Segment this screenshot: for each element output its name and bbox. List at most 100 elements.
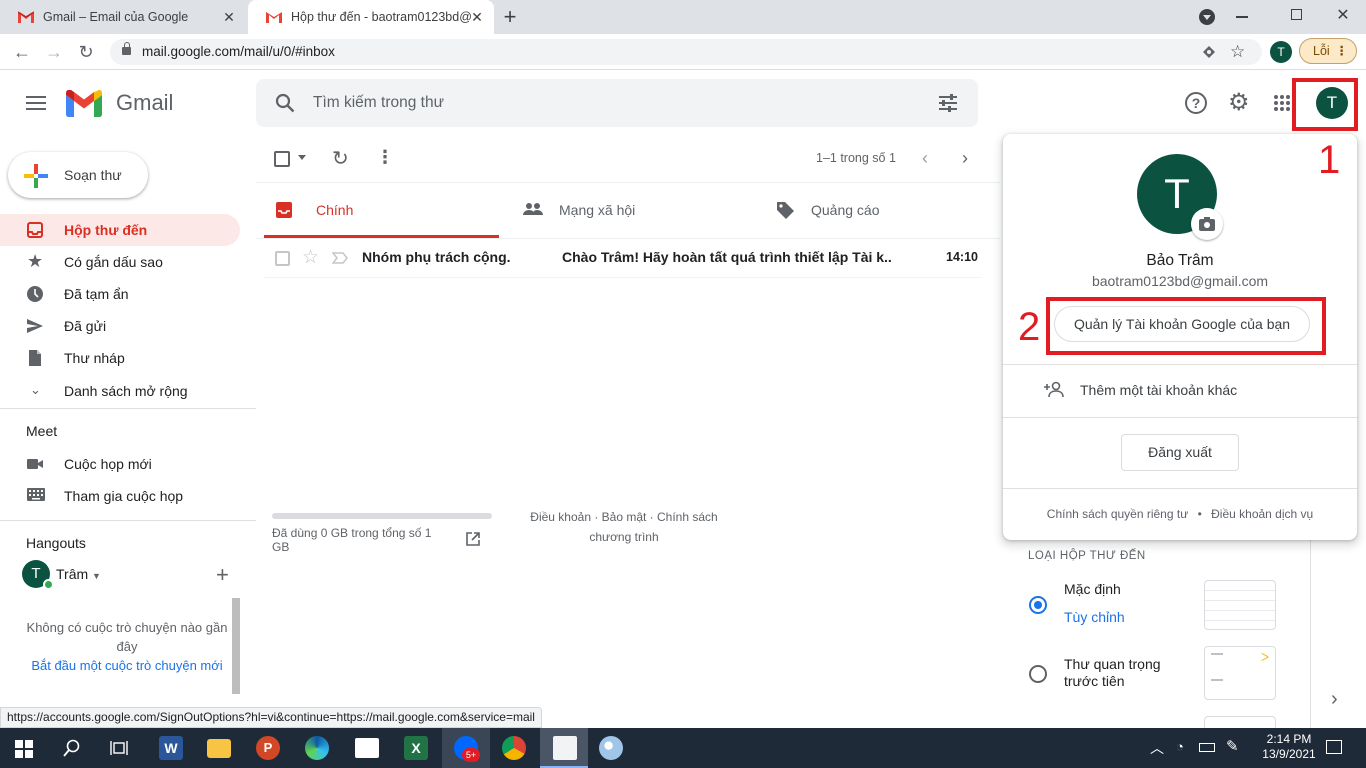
radio-priority[interactable]: [1029, 665, 1047, 683]
footer-terms[interactable]: Điều khoản · Bảo mật · Chính sách chương…: [524, 507, 724, 547]
windows-start-icon[interactable]: [15, 740, 33, 758]
active-app-taskbar-button[interactable]: [540, 728, 588, 768]
account-name: Bảo Trâm: [1146, 252, 1214, 269]
select-all-checkbox[interactable]: [274, 151, 290, 167]
gmail-logo-icon: [66, 90, 102, 117]
video-icon: [27, 459, 43, 469]
error-label: Lỗi: [1313, 44, 1330, 58]
more-actions-icon[interactable]: ⋮: [376, 147, 394, 168]
minimize-icon[interactable]: [1236, 16, 1248, 18]
chrome-profile-avatar[interactable]: T: [1270, 41, 1292, 63]
signout-button[interactable]: Đăng xuất: [1121, 434, 1239, 471]
sidebar-item-drafts[interactable]: Thư nháp: [0, 342, 240, 374]
tab-label: Mạng xã hội: [559, 202, 636, 218]
taskbar-clock[interactable]: 2:14 PM 13/9/2021: [1254, 732, 1324, 762]
tab-social[interactable]: Mạng xã hội: [507, 182, 747, 238]
file-explorer-icon[interactable]: [207, 739, 231, 758]
refresh-icon[interactable]: ↻: [332, 146, 349, 171]
compose-button[interactable]: Soạn thư: [8, 152, 148, 198]
extension-icon[interactable]: [1202, 45, 1216, 59]
hangouts-scrollbar[interactable]: [232, 598, 240, 694]
browser-tab-gmail[interactable]: Gmail – Email của Google ✕: [0, 0, 246, 34]
search-options-icon[interactable]: [938, 94, 958, 112]
open-external-icon[interactable]: [466, 532, 480, 546]
hangouts-user-name[interactable]: Trâm ▼: [56, 566, 101, 582]
row-checkbox[interactable]: [275, 251, 290, 266]
search-bar[interactable]: Tìm kiếm trong thư: [256, 79, 978, 127]
inbox-type-title: LOẠI HỘP THƯ ĐẾN: [1028, 550, 1146, 562]
browser-status-bar: https://accounts.google.com/SignOutOptio…: [0, 707, 542, 728]
compose-label: Soạn thư: [64, 167, 122, 183]
sidebar-item-label: Hộp thư đến: [64, 222, 148, 238]
tab-primary[interactable]: Chính: [264, 182, 499, 238]
restore-icon[interactable]: [1291, 9, 1302, 20]
reload-icon[interactable]: ↻: [74, 40, 98, 64]
main-menu-icon[interactable]: [26, 96, 46, 110]
chevron-down-icon: ⌄: [30, 382, 41, 397]
store-icon[interactable]: [355, 738, 379, 758]
close-tab-icon[interactable]: ✕: [220, 8, 238, 26]
bookmark-star-icon[interactable]: ☆: [1230, 39, 1245, 65]
browser-tab-inbox[interactable]: Hộp thư đến - baotram0123bd@ ✕: [248, 0, 494, 34]
battery-icon[interactable]: [1199, 743, 1215, 752]
prev-page-icon[interactable]: ‹: [922, 148, 928, 169]
add-contact-icon[interactable]: +: [216, 562, 229, 588]
customize-link[interactable]: Tùy chỉnh: [1064, 609, 1125, 625]
inbox-type-panel: LOẠI HỘP THƯ ĐẾN Mặc định Tùy chỉnh Thư …: [1010, 540, 1310, 728]
table-row[interactable]: ☆ Nhóm phụ trách cộng. Chào Trâm! Hãy ho…: [264, 238, 982, 278]
sidebar-item-sent[interactable]: Đã gửi: [0, 310, 240, 342]
search-icon[interactable]: [275, 93, 295, 113]
search-input[interactable]: Tìm kiếm trong thư: [313, 79, 444, 127]
paint-icon[interactable]: [599, 736, 623, 760]
compose-plus-icon: [24, 164, 48, 188]
url-field[interactable]: mail.google.com/mail/u/0/#inbox ☆: [110, 39, 1262, 65]
privacy-policy-link[interactable]: Chính sách quyền riêng tư: [1047, 507, 1188, 521]
show-hidden-icons-icon[interactable]: ︿: [1150, 738, 1164, 758]
error-button[interactable]: Lỗi ⋮: [1299, 38, 1357, 64]
zalo-taskbar-button[interactable]: 5+: [442, 728, 490, 768]
gmail-favicon-icon: [18, 11, 34, 23]
forward-icon[interactable]: →: [42, 40, 66, 64]
window-close-icon[interactable]: ✕: [1334, 5, 1352, 24]
taskbar-search-icon[interactable]: [63, 739, 81, 757]
popup-divider: [1003, 488, 1357, 489]
radio-default[interactable]: [1029, 596, 1047, 614]
settings-gear-icon[interactable]: ⚙: [1228, 90, 1250, 116]
sidebar-item-more[interactable]: ⌄ Danh sách mở rộng: [0, 375, 240, 407]
importance-marker-icon[interactable]: [332, 252, 348, 264]
help-icon[interactable]: ?: [1185, 92, 1207, 114]
pen-icon[interactable]: ✎: [1226, 737, 1239, 755]
word-icon[interactable]: W: [159, 736, 183, 760]
expand-side-panel-icon[interactable]: ›: [1331, 688, 1338, 711]
terms-of-service-link[interactable]: Điều khoản dịch vụ: [1211, 507, 1313, 521]
star-icon[interactable]: ☆: [302, 246, 319, 269]
sidebar-item-starred[interactable]: ★ Có gắn dấu sao: [0, 246, 240, 278]
excel-icon[interactable]: X: [404, 736, 428, 760]
change-photo-button[interactable]: [1191, 208, 1223, 240]
notifications-icon[interactable]: [1326, 740, 1342, 754]
sidebar-item-label: Có gắn dấu sao: [64, 254, 163, 270]
tab-search-icon[interactable]: [1199, 9, 1215, 25]
new-tab-icon[interactable]: +: [500, 6, 520, 28]
menu-dots-icon: ⋮: [1335, 44, 1349, 58]
start-conversation-link[interactable]: Bắt đầu một cuộc trò chuyện mới: [22, 656, 232, 675]
edge-icon[interactable]: [305, 736, 329, 760]
close-tab-icon[interactable]: ✕: [468, 8, 486, 26]
next-page-icon[interactable]: ›: [962, 148, 968, 169]
default-preview-thumbnail: [1204, 580, 1276, 630]
task-view-icon[interactable]: [110, 740, 128, 756]
network-icon[interactable]: ◔: [1176, 739, 1184, 754]
back-icon[interactable]: ←: [10, 40, 34, 64]
sidebar-item-join-meeting[interactable]: Tham gia cuộc họp: [0, 480, 240, 512]
powerpoint-icon[interactable]: P: [256, 736, 280, 760]
sidebar-item-inbox[interactable]: Hộp thư đến: [0, 214, 240, 246]
add-account-item[interactable]: Thêm một tài khoản khác: [1003, 365, 1357, 417]
annotation-box-1: [1292, 78, 1358, 131]
select-dropdown-icon[interactable]: [298, 155, 306, 160]
sidebar-divider: [0, 408, 256, 409]
sidebar-item-snoozed[interactable]: Đã tạm ẩn: [0, 278, 240, 310]
chrome-icon[interactable]: [502, 736, 526, 760]
sidebar-item-new-meeting[interactable]: Cuộc họp mới: [0, 448, 240, 480]
tab-promotions[interactable]: Quảng cáo: [759, 182, 999, 238]
apps-grid-icon[interactable]: [1274, 95, 1290, 111]
